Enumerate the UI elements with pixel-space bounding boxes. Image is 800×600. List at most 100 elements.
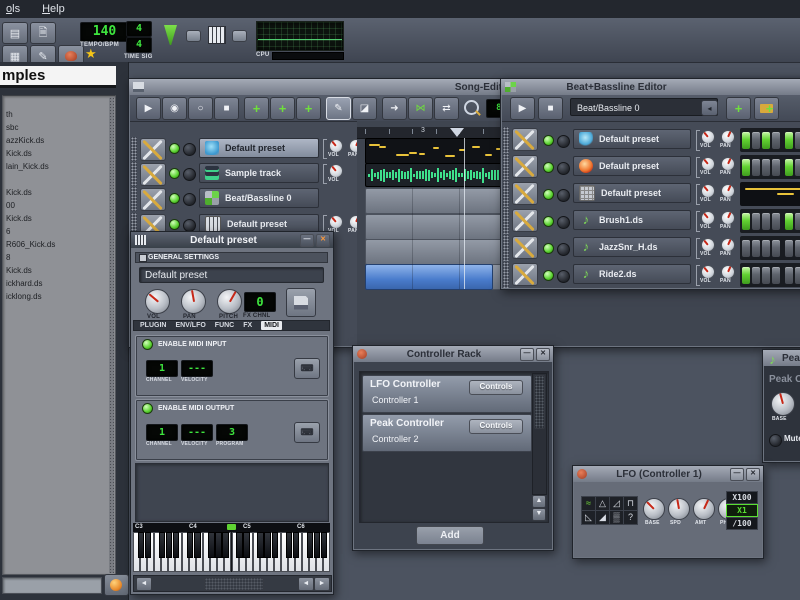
rack-add-button[interactable]: Add: [416, 526, 484, 545]
beat-cell[interactable]: [785, 213, 793, 230]
instrument-close-button[interactable]: ✕: [316, 234, 330, 247]
track-name-plate[interactable]: Default preset: [199, 138, 319, 158]
piano-black-key[interactable]: [222, 532, 228, 558]
beat-cell[interactable]: [752, 132, 760, 149]
rack-scrollbar[interactable]: [532, 373, 547, 495]
beat-cell-strip[interactable]: [740, 128, 800, 152]
beat-cell[interactable]: [752, 240, 760, 257]
lfo-base-knob[interactable]: [643, 498, 665, 520]
song-edit-mode-button[interactable]: ◪: [352, 97, 377, 120]
track-actions-button[interactable]: [512, 182, 538, 205]
piano-black-key[interactable]: [293, 532, 299, 558]
lfo-wave-moog-saw-button[interactable]: ◺: [581, 510, 596, 525]
song-add-sample-track-button[interactable]: +: [270, 97, 295, 120]
track-solo-knob[interactable]: [183, 143, 196, 156]
lfo-wave-user-button[interactable]: ?: [623, 510, 638, 525]
track-solo-knob[interactable]: [183, 168, 196, 181]
lfo-amt-knob[interactable]: [693, 498, 715, 520]
bb-pan-knob[interactable]: [721, 184, 735, 198]
track-actions-button[interactable]: [512, 209, 538, 232]
samples-search-input[interactable]: [2, 577, 102, 594]
beat-cell[interactable]: [795, 267, 800, 284]
tab-midi[interactable]: MIDI: [261, 321, 282, 330]
beat-cell[interactable]: [772, 159, 780, 176]
instrument-minimize-button[interactable]: —: [300, 234, 314, 247]
lfo-minimize-button[interactable]: —: [730, 468, 744, 481]
song-add-bb-track-button[interactable]: +: [244, 97, 269, 120]
piano-black-key[interactable]: [307, 532, 313, 558]
song-record-button[interactable]: ◉: [162, 97, 187, 120]
track-solo-knob[interactable]: [557, 189, 570, 202]
tab-plugin[interactable]: PLUGIN: [140, 322, 166, 329]
samples-list[interactable]: thsbcazzKick.dsKick.dslain_Kick.dsKick.d…: [2, 95, 116, 575]
beat-cell[interactable]: [795, 213, 800, 230]
beat-cell[interactable]: [762, 240, 770, 257]
song-draw-mode-button[interactable]: ✎: [326, 97, 351, 120]
bb-pattern-dropdown-arrow[interactable]: ◂: [701, 100, 718, 116]
bb-track-name-plate[interactable]: Default preset: [573, 129, 691, 149]
beat-cell[interactable]: [742, 132, 750, 149]
playhead-marker[interactable]: [450, 128, 464, 137]
track-mute-led[interactable]: [169, 219, 180, 230]
track-actions-button[interactable]: [512, 128, 538, 151]
sample-list-item[interactable]: ickhard.ds: [6, 279, 42, 288]
track-grip[interactable]: [503, 235, 509, 261]
piano-black-key[interactable]: [145, 532, 151, 558]
track-actions-button[interactable]: [512, 155, 538, 178]
track-actions-button[interactable]: [512, 263, 538, 286]
piano-black-key[interactable]: [215, 532, 221, 558]
sample-list-item[interactable]: Kick.ds: [6, 149, 32, 158]
sample-segment[interactable]: [365, 163, 508, 187]
controller-controls-button[interactable]: Controls: [469, 380, 523, 395]
beat-cell[interactable]: [795, 159, 800, 176]
beat-cell[interactable]: [795, 132, 800, 149]
piano-black-key[interactable]: [257, 532, 263, 558]
beat-cell[interactable]: [785, 132, 793, 149]
lfo-wave-exponential-button[interactable]: ◢: [595, 510, 610, 525]
track-mute-led[interactable]: [543, 162, 554, 173]
track-name-plate[interactable]: Beat/Bassline 0: [199, 188, 319, 208]
samples-scrollbar[interactable]: [109, 97, 114, 573]
song-add-automation-track-button[interactable]: +: [296, 97, 321, 120]
track-mute-led[interactable]: [169, 143, 180, 154]
beat-cell[interactable]: [762, 267, 770, 284]
sample-list-item[interactable]: th: [6, 110, 13, 119]
beat-cell-strip[interactable]: [740, 263, 800, 287]
midi-output-enable-led[interactable]: [142, 403, 153, 414]
midi-output-channel-display[interactable]: 1: [146, 424, 178, 441]
piano-keyboard[interactable]: [133, 532, 330, 572]
track-mute-led[interactable]: [169, 168, 180, 179]
rack-titlebar[interactable]: Controller Rack — ✕: [353, 346, 553, 362]
automation-segment[interactable]: [365, 264, 493, 290]
tab-env-lfo[interactable]: ENV/LFO: [175, 322, 205, 329]
lfo-wave-triangle-button[interactable]: △: [595, 496, 610, 511]
midi-input-channel-display[interactable]: 1: [146, 360, 178, 377]
peak-base-knob[interactable]: [771, 392, 795, 416]
rack-minimize-button[interactable]: —: [520, 348, 534, 361]
track-grip[interactable]: [503, 127, 509, 153]
bb-track-name-plate[interactable]: ♪Ride2.ds: [573, 264, 691, 284]
track-grip[interactable]: [131, 137, 137, 161]
bb-pan-knob[interactable]: [721, 157, 735, 171]
track-mute-led[interactable]: [543, 189, 554, 200]
piano-scroll-right-button[interactable]: ►: [314, 577, 330, 591]
track-mute-led[interactable]: [543, 135, 554, 146]
track-grip[interactable]: [131, 162, 137, 186]
beat-cell[interactable]: [772, 240, 780, 257]
bb-add-beat-button[interactable]: +: [726, 97, 751, 120]
bb-pan-knob[interactable]: [721, 238, 735, 252]
bb-vol-knob[interactable]: [701, 130, 715, 144]
sample-list-item[interactable]: Kick.ds: [6, 266, 32, 275]
track-actions-button[interactable]: [140, 188, 166, 211]
track-mute-led[interactable]: [543, 270, 554, 281]
samples-refresh-button[interactable]: [104, 574, 129, 596]
piano-scroll-left2-button[interactable]: ◄: [298, 577, 314, 591]
piano-black-key[interactable]: [286, 532, 292, 558]
master-volume-slider[interactable]: [186, 30, 201, 42]
track-solo-knob[interactable]: [183, 219, 196, 232]
lfo-spd-knob[interactable]: [668, 498, 690, 520]
bb-track-name-plate[interactable]: ♪JazzSnr_H.ds: [573, 237, 691, 257]
bb-track-name-plate[interactable]: ♪Brush1.ds: [573, 210, 691, 230]
beat-cell[interactable]: [742, 240, 750, 257]
track-solo-knob[interactable]: [557, 243, 570, 256]
